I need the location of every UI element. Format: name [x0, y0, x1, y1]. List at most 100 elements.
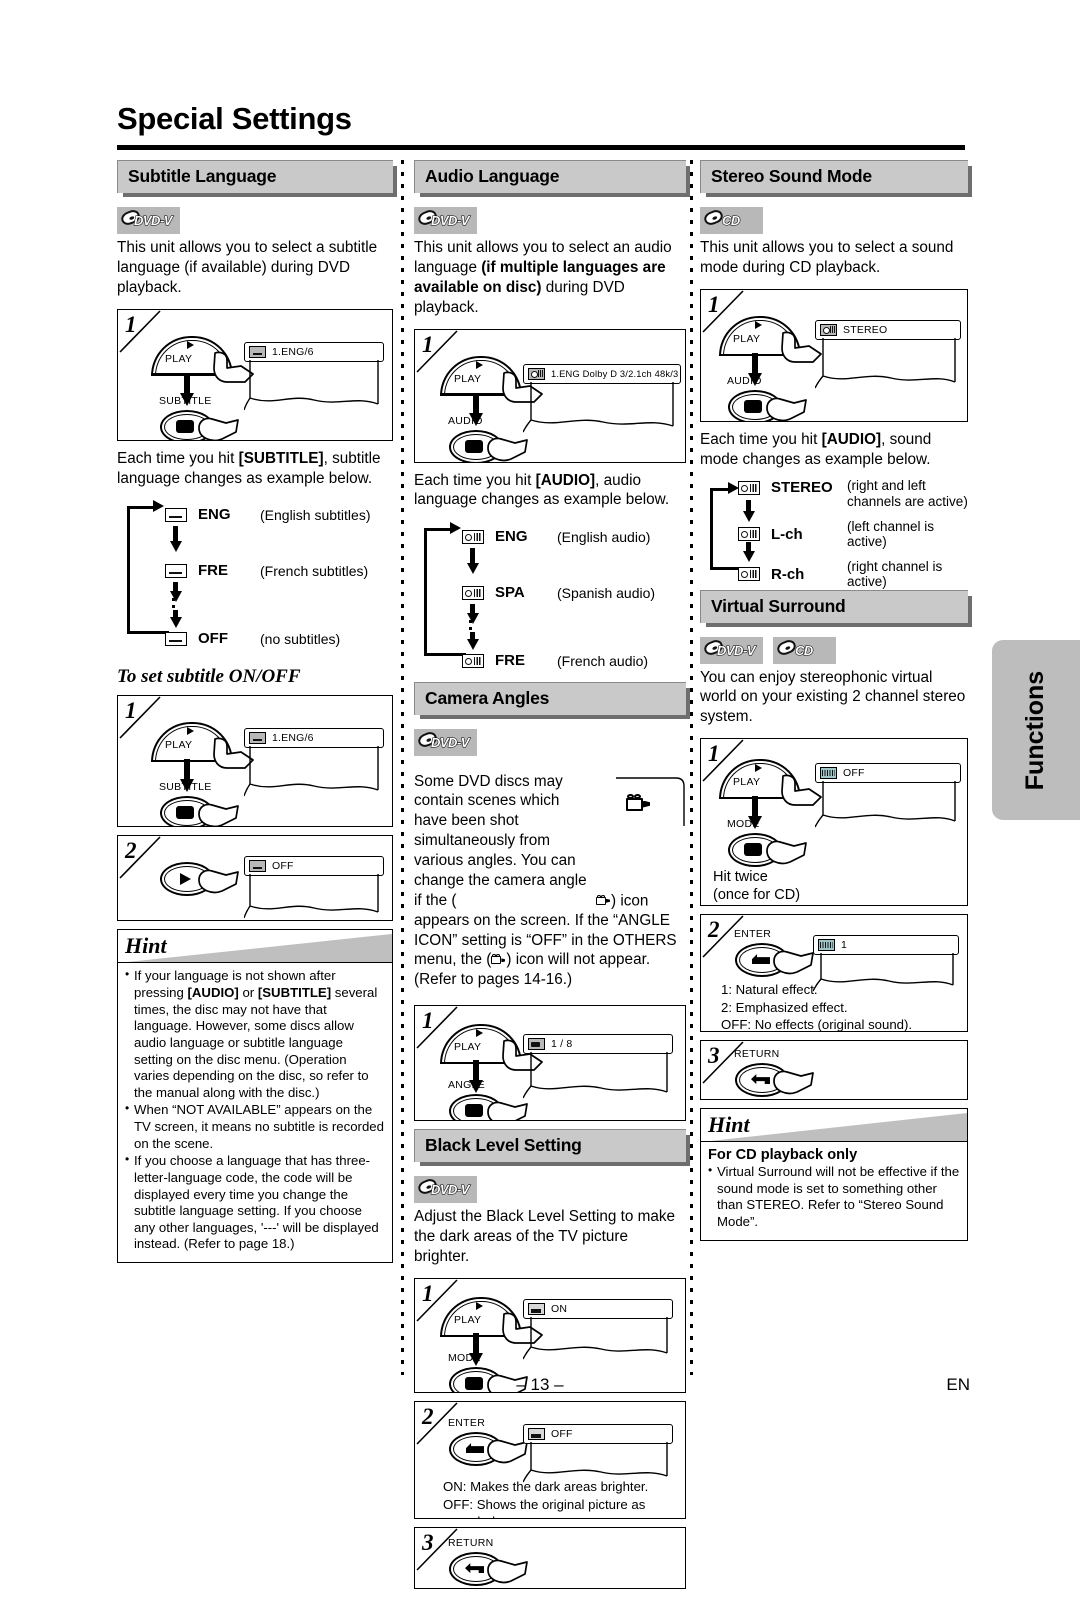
section-heading-subtitle-language: Subtitle Language: [117, 160, 393, 193]
title-divider: [117, 145, 965, 150]
side-tab-functions: Functions: [992, 640, 1080, 820]
figure-black-step-3: 3 RETURN: [414, 1527, 686, 1590]
dvd-v-badge-icon: DVD-V: [414, 1176, 477, 1204]
osd-bar: OFF: [244, 856, 384, 877]
virtual-note-1: 1: Natural effect.: [721, 982, 818, 998]
stereo-intro-text: This unit allows you to select a sound m…: [700, 239, 954, 276]
hand-pointer-icon-2: [196, 414, 242, 440]
page-number: – 13 –: [516, 1375, 564, 1394]
figure-audio-step-1: 1 PLAY AUDIO 1.ENG Dolby D 3/2.1ch 48k/3: [414, 328, 686, 463]
tv-screen-outline: [815, 781, 961, 835]
dvd-v-badge-icon: DVD-V: [700, 636, 763, 664]
virtual-surround-intro: You can enjoy stereophonic virtual world…: [700, 668, 966, 726]
figure-subtitle-step-1: 1 PLAY SUBTITLE 1.ENG/6: [117, 308, 393, 441]
subtitle-icon: [165, 631, 187, 646]
step-number: 3: [422, 1530, 434, 1556]
hand-pointer-icon: [771, 947, 817, 981]
tv-screen-outline: [523, 1052, 673, 1104]
audio-intro-text: This unit allows you to select an audio …: [414, 239, 672, 316]
step-number: 1: [422, 1281, 434, 1307]
osd-bar: 1.ENG/6: [244, 728, 384, 749]
tv-screen-outline: [523, 1317, 673, 1369]
callout-line: [616, 776, 685, 826]
tv-screen-outline: [523, 381, 681, 440]
tv-screen-outline: [244, 874, 384, 920]
dvd-v-badge-icon: DVD-V: [414, 729, 477, 757]
hand-pointer-icon: [771, 1067, 817, 1099]
step-number: 1: [422, 331, 434, 357]
column-stereo-sound-mode: Stereo Sound Mode CD This unit allows yo…: [700, 160, 968, 1241]
figure-virtual-step-2: 2 ENTER 1 1: Natural effect. 2: Emphasiz…: [700, 914, 968, 1033]
audio-cycle-diagram: ENG (English audio) SPA (Spanish audio) …: [414, 514, 686, 672]
manual-page: Special Settings Subtitle Language DVD-V…: [0, 0, 1080, 1590]
osd-bar: 1 / 8: [523, 1034, 673, 1055]
step-number: 3: [708, 1043, 720, 1069]
hand-pointer-icon-2: [196, 800, 242, 827]
cd-badge-icon: CD: [773, 636, 836, 664]
disc-badges-audio: DVD-V: [414, 207, 686, 234]
stereo-cycle-diagram: STEREO (right and left channels are acti…: [700, 474, 968, 589]
section-heading-black-level: Black Level Setting: [414, 1129, 686, 1163]
disc-badges-black-level: DVD-V: [414, 1176, 686, 1204]
virtual-hit-twice-note: Hit twice (once for CD): [713, 869, 801, 903]
angle-osd-icon: [528, 1038, 545, 1051]
audio-icon: [738, 567, 760, 581]
hand-pointer-icon-2: [764, 394, 810, 421]
cd-badge-icon: CD: [700, 207, 763, 234]
step-number: 1: [708, 741, 720, 767]
dvd-v-badge-icon: DVD-V: [414, 207, 477, 234]
step-number: 1: [125, 311, 137, 337]
step-number: 2: [125, 838, 137, 864]
osd-bar: 1.ENG Dolby D 3/2.1ch 48k/3: [523, 363, 681, 384]
hint-body: For CD playback only Virtual Surround wi…: [701, 1142, 967, 1240]
step-number: 2: [708, 917, 720, 943]
hand-pointer-icon: [196, 866, 242, 900]
hint-box-subtitle: Hint If your language is not shown after…: [117, 929, 393, 1263]
virtual-note-2: 2: Emphasized effect.: [721, 1000, 848, 1016]
figure-virtual-step-1: 1 PLAY MODE OFF Hit twice (once for CD): [700, 738, 968, 907]
page-title: Special Settings: [117, 101, 352, 136]
figure-virtual-step-3: 3 RETURN: [700, 1040, 968, 1101]
hint-box-virtual-surround: Hint For CD playback only Virtual Surrou…: [700, 1108, 968, 1241]
step-number: 1: [422, 1008, 434, 1034]
osd-bar: STEREO: [815, 319, 961, 340]
disc-badges-subtitle: DVD-V: [117, 207, 393, 234]
dvd-v-badge-icon: DVD-V: [117, 207, 180, 234]
black-level-osd-icon: [528, 1303, 545, 1316]
column-divider-2: [690, 160, 693, 1375]
tv-screen-outline: [813, 953, 959, 997]
camera-angle-icon-inline: [596, 894, 611, 906]
subtitle-osd-icon: [249, 345, 266, 358]
subtitle-each-time-text: Each time you hit [SUBTITLE], subtitle l…: [117, 449, 381, 487]
section-heading-audio-language: Audio Language: [414, 160, 686, 193]
tv-screen-outline: [244, 746, 384, 804]
audio-icon: [462, 529, 484, 544]
audio-icon: [738, 527, 760, 541]
audio-osd-icon: [820, 323, 837, 336]
hint-item: Virtual Surround will not be effective i…: [708, 1163, 960, 1231]
black-level-osd-icon: [528, 1428, 545, 1441]
osd-bar: ON: [523, 1299, 673, 1320]
audio-each-time-text: Each time you hit [AUDIO], audio languag…: [414, 471, 670, 509]
section-heading-camera-angles: Camera Angles: [414, 682, 686, 716]
virtual-surround-osd-icon: [818, 939, 835, 952]
black-level-note-off: OFF: Shows the original picture as recor…: [443, 1497, 646, 1518]
column-divider-1: [401, 160, 404, 1375]
osd-bar: 1.ENG/6: [244, 341, 384, 362]
tv-screen-outline: [815, 337, 961, 396]
section-heading-stereo-sound-mode: Stereo Sound Mode: [700, 160, 968, 193]
hint-body: If your language is not shown after pres…: [118, 963, 392, 1262]
black-level-intro: Adjust the Black Level Setting to make t…: [414, 1208, 676, 1266]
step-number: 1: [708, 291, 720, 317]
black-level-note-on: ON: Makes the dark areas brighter.: [443, 1479, 649, 1495]
subtitle-onoff-heading: To set subtitle ON/OFF: [117, 666, 301, 688]
hint-subtitle: For CD playback only: [708, 1147, 858, 1164]
osd-bar: 1: [813, 935, 959, 956]
audio-icon: [462, 585, 484, 600]
figure-subtitle-onoff-step-2: 2 OFF: [117, 835, 393, 922]
virtual-note-off: OFF: No effects (original sound).: [721, 1017, 913, 1033]
subtitle-osd-icon: [249, 860, 266, 873]
camera-angle-icon-inline-2: [491, 954, 506, 965]
hint-header: Hint: [118, 930, 392, 964]
subtitle-intro-text: This unit allows you to select a subtitl…: [117, 239, 378, 296]
